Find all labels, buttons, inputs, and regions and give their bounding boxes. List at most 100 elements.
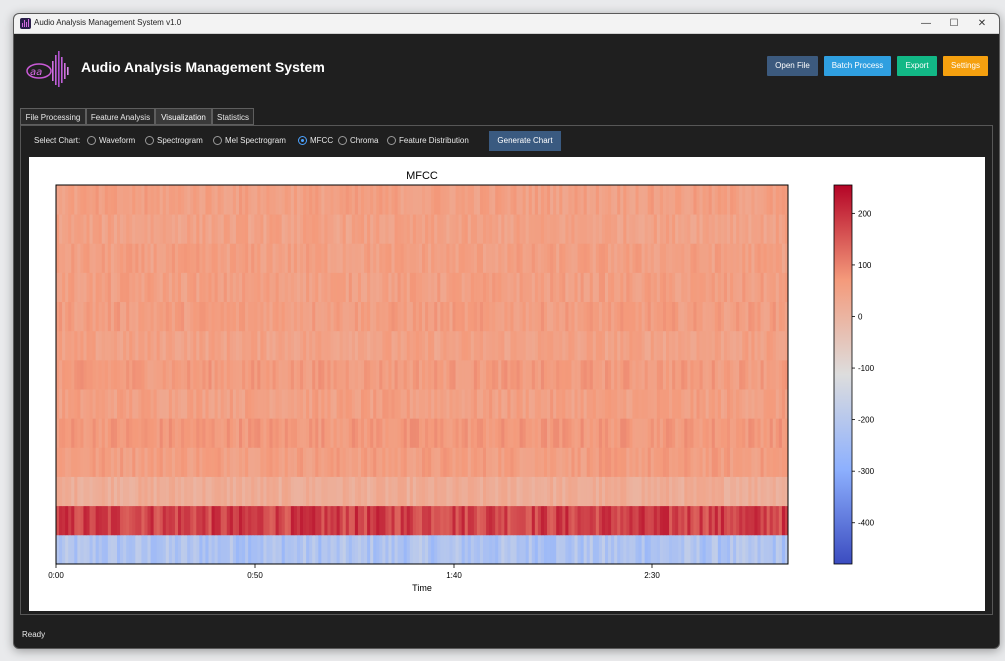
heatmap-cell <box>293 272 298 303</box>
heatmap-cell <box>528 243 533 273</box>
heatmap-cell <box>769 505 774 536</box>
batch-process-button[interactable]: Batch Process <box>824 56 891 76</box>
heatmap-cell <box>510 418 514 448</box>
heatmap-cell <box>760 389 764 419</box>
heatmap-cell <box>184 534 188 565</box>
heatmap-cell <box>110 418 115 448</box>
heatmap-cell <box>388 272 392 303</box>
heatmap-cell <box>132 272 136 303</box>
heatmap-cell <box>117 389 121 419</box>
heatmap-cell <box>144 214 148 244</box>
close-button[interactable]: ✕ <box>968 14 996 33</box>
heatmap-cell <box>736 534 740 565</box>
heatmap-cell <box>217 534 222 565</box>
heatmap-cell <box>568 243 572 273</box>
heatmap-cell <box>501 389 505 419</box>
heatmap-cell <box>345 272 350 303</box>
export-button[interactable]: Export <box>897 56 937 76</box>
heatmap-cell <box>370 359 374 390</box>
heatmap-cell <box>577 301 581 332</box>
heatmap-cell <box>714 214 719 244</box>
settings-button[interactable]: Settings <box>943 56 988 76</box>
heatmap-cell <box>126 272 130 303</box>
heatmap-cell <box>751 447 755 477</box>
heatmap-cell <box>437 330 441 361</box>
heatmap-cell <box>135 418 139 448</box>
heatmap-cell <box>434 534 438 565</box>
heatmap-cell <box>80 330 84 361</box>
heatmap-cell <box>309 447 313 477</box>
heatmap-cell <box>617 272 621 303</box>
heatmap-cell <box>437 243 441 273</box>
heatmap-cell <box>296 418 301 448</box>
heatmap-cell <box>702 418 707 448</box>
minimize-button[interactable]: — <box>912 14 940 33</box>
tab-feature-analysis[interactable]: Feature Analysis <box>86 108 155 125</box>
heatmap-cell <box>296 301 301 332</box>
tab-statistics[interactable]: Statistics <box>212 108 254 125</box>
heatmap-cell <box>248 272 252 303</box>
heatmap-cell <box>296 447 301 477</box>
heatmap-cell <box>769 534 774 565</box>
app-icon <box>20 18 31 29</box>
heatmap-cell <box>467 330 472 361</box>
open-file-button[interactable]: Open File <box>767 56 818 76</box>
heatmap-cell <box>458 359 463 390</box>
heatmap-cell <box>772 214 777 244</box>
heatmap-cell <box>745 301 749 332</box>
heatmap-cell <box>86 185 90 215</box>
heatmap-cell <box>489 418 493 448</box>
tab-file-processing[interactable]: File Processing <box>20 108 86 125</box>
heatmap-cell <box>153 476 158 507</box>
tab-visualization[interactable]: Visualization <box>155 108 212 125</box>
heatmap-cell <box>211 330 215 361</box>
heatmap-cell <box>269 272 273 303</box>
colorbar-tick-label: -100 <box>858 364 875 373</box>
heatmap-cell <box>504 418 508 448</box>
heatmap-cell <box>312 185 316 215</box>
heatmap-cell <box>470 359 475 390</box>
heatmap-cell <box>345 243 350 273</box>
heatmap-cell <box>635 418 639 448</box>
heatmap-cell <box>101 272 106 303</box>
heatmap-cell <box>461 505 466 536</box>
heatmap-cell <box>425 418 429 448</box>
heatmap-cell <box>229 301 234 332</box>
heatmap-cell <box>720 301 725 332</box>
heatmap-cell <box>516 447 520 477</box>
heatmap-cell <box>757 214 761 244</box>
heatmap-cell <box>418 214 423 244</box>
heatmap-cell <box>199 243 203 273</box>
heatmap-cell <box>629 330 633 361</box>
heatmap-cell <box>181 214 185 244</box>
heatmap-cell <box>68 359 72 390</box>
heatmap-cell <box>406 243 411 273</box>
heatmap-cell <box>418 447 423 477</box>
heatmap-cell <box>730 243 734 273</box>
heatmap-cell <box>120 505 124 536</box>
heatmap-cell <box>550 359 554 390</box>
heatmap-cell <box>104 359 109 390</box>
maximize-button[interactable]: ☐ <box>940 14 968 33</box>
heatmap-cell <box>714 330 719 361</box>
heatmap-cell <box>348 214 353 244</box>
heatmap-cell <box>699 185 703 215</box>
heatmap-cell <box>80 214 84 244</box>
heatmap-cell <box>278 447 283 477</box>
heatmap-cell <box>412 418 417 448</box>
heatmap-cell <box>107 185 112 215</box>
heatmap-cell <box>281 301 286 332</box>
heatmap-cell <box>333 389 337 419</box>
heatmap-cell <box>528 389 533 419</box>
heatmap-cell <box>458 476 463 507</box>
heatmap-cell <box>702 301 707 332</box>
heatmap-cell <box>257 447 261 477</box>
heatmap-cell <box>446 476 450 507</box>
heatmap-cell <box>162 505 167 536</box>
heatmap-cell <box>736 476 740 507</box>
heatmap-cell <box>59 272 63 303</box>
heatmap-cell <box>647 447 652 477</box>
heatmap-cell <box>397 505 402 536</box>
generate-chart-button[interactable]: Generate Chart <box>489 131 561 151</box>
heatmap-cell <box>449 214 453 244</box>
